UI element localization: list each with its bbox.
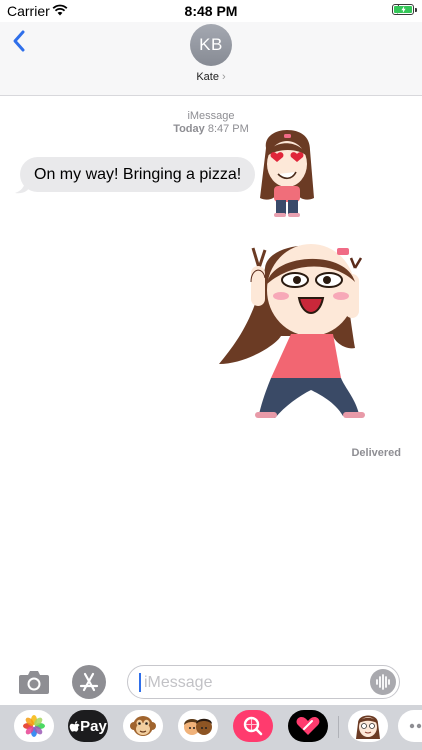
camera-button[interactable] bbox=[17, 667, 51, 697]
girl-dancing-sticker[interactable] bbox=[215, 238, 371, 424]
memoji-button[interactable] bbox=[178, 710, 218, 742]
photos-app-button[interactable] bbox=[14, 710, 54, 742]
incoming-message-bubble[interactable]: On my way! Bringing a pizza! bbox=[20, 157, 256, 192]
contact-name-button[interactable]: Kate › bbox=[0, 71, 422, 83]
apple-pay-label: Pay bbox=[80, 717, 107, 735]
memoji-icon bbox=[184, 718, 212, 735]
apple-logo-icon bbox=[69, 720, 80, 732]
app-drawer: Pay bbox=[0, 705, 422, 750]
apple-pay-button[interactable]: Pay bbox=[68, 710, 108, 742]
compose-bar bbox=[0, 660, 422, 704]
search-images-icon bbox=[243, 716, 263, 736]
digital-touch-button[interactable] bbox=[288, 710, 328, 742]
delivery-status: Delivered bbox=[351, 447, 401, 459]
girl-heart-eyes-sticker[interactable] bbox=[254, 128, 320, 220]
status-bar: Carrier 8:48 PM bbox=[0, 0, 422, 22]
app-store-icon bbox=[79, 672, 99, 692]
drawer-divider bbox=[338, 716, 339, 738]
message-input[interactable] bbox=[142, 666, 366, 700]
chevron-left-icon bbox=[13, 30, 25, 52]
camera-icon bbox=[19, 671, 49, 694]
photos-icon bbox=[23, 715, 45, 737]
sticker-pack-icon bbox=[356, 715, 380, 739]
heart-digital-touch-icon bbox=[296, 717, 320, 735]
more-icon bbox=[409, 723, 422, 729]
avatar-initials: KB bbox=[199, 35, 223, 54]
clock: 8:48 PM bbox=[184, 3, 238, 19]
audio-record-button[interactable] bbox=[370, 669, 396, 695]
more-apps-button[interactable] bbox=[398, 710, 422, 742]
message-field[interactable] bbox=[127, 665, 400, 700]
conversation-header: KB Kate › bbox=[0, 22, 422, 96]
waveform-icon bbox=[376, 674, 390, 690]
image-search-button[interactable] bbox=[233, 710, 273, 742]
timestamp-day: Today bbox=[173, 123, 205, 135]
contact-name: Kate bbox=[196, 71, 219, 83]
service-label: iMessage bbox=[187, 110, 235, 122]
monkey-animoji-icon bbox=[130, 716, 156, 736]
timestamp: Today 8:47 PM bbox=[0, 123, 422, 135]
contact-avatar[interactable]: KB bbox=[190, 24, 232, 66]
chevron-right-icon: › bbox=[221, 71, 226, 83]
text-cursor bbox=[139, 673, 141, 692]
monkey-animoji-button[interactable] bbox=[123, 710, 163, 742]
app-store-button[interactable] bbox=[72, 665, 106, 699]
sticker-pack-button[interactable] bbox=[348, 710, 388, 742]
battery-icon bbox=[392, 4, 417, 15]
timestamp-time: 8:47 PM bbox=[207, 123, 249, 135]
back-button[interactable] bbox=[10, 26, 30, 56]
